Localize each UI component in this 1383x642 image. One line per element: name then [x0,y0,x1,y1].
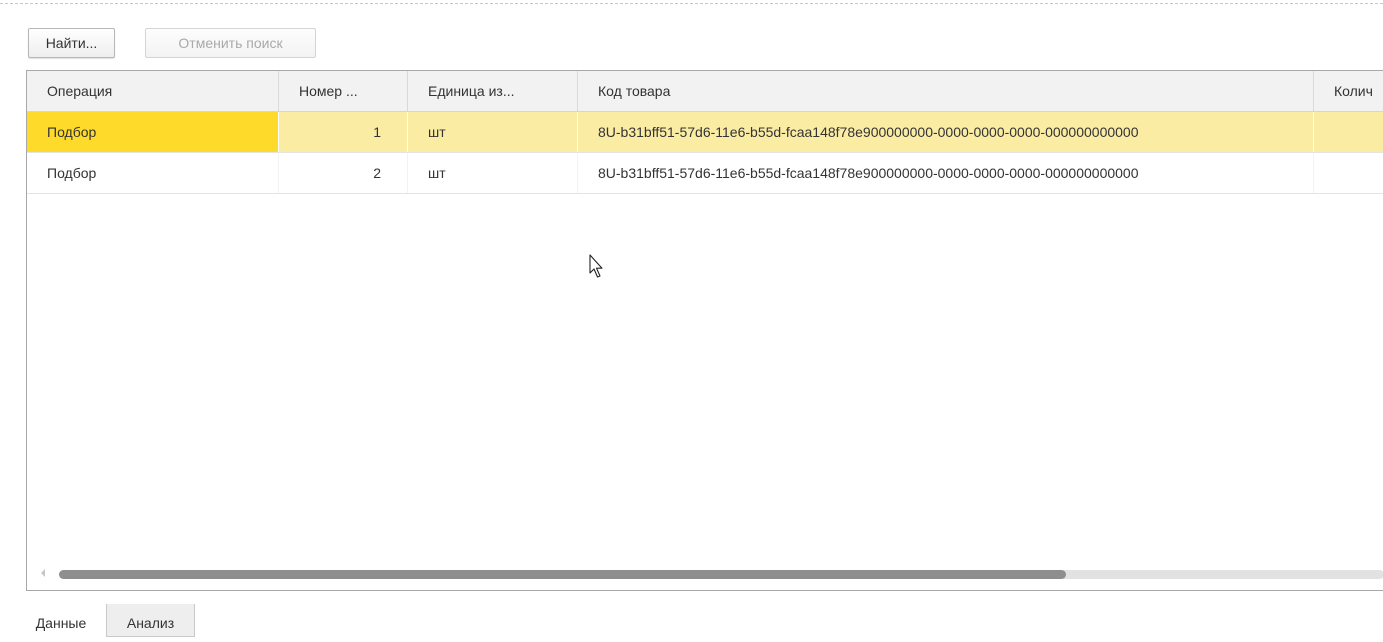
table-cell-product-code[interactable]: 8U-b31bff51-57d6-11e6-b55d-fcaa148f78e90… [578,153,1314,193]
cancel-search-button: Отменить поиск [145,28,316,58]
table-row[interactable]: Подбор 1 шт 8U-b31bff51-57d6-11e6-b55d-f… [27,112,1383,153]
table-cell-operation[interactable]: Подбор [27,112,279,152]
table-cell-number[interactable]: 2 [279,153,408,193]
table-cell-quantity[interactable] [1314,112,1383,152]
horizontal-scrollbar[interactable] [27,567,1383,581]
table-cell-unit[interactable]: шт [408,112,578,152]
column-header-operation[interactable]: Операция [27,71,279,111]
tab-data[interactable]: Данные [16,604,106,637]
find-button[interactable]: Найти... [28,28,115,58]
bottom-tabs: Данные Анализ [0,604,1383,637]
scrollbar-thumb[interactable] [59,570,1066,579]
scroll-left-arrow-icon[interactable] [41,569,45,577]
table-cell-quantity[interactable] [1314,153,1383,193]
data-table[interactable]: Операция Номер ... Единица из... Код тов… [26,70,1383,591]
column-header-number[interactable]: Номер ... [279,71,408,111]
column-header-product-code[interactable]: Код товара [578,71,1314,111]
column-header-unit[interactable]: Единица из... [408,71,578,111]
table-cell-operation[interactable]: Подбор [27,153,279,193]
table-cell-number[interactable]: 1 [279,112,408,152]
tab-analysis[interactable]: Анализ [106,604,195,637]
mouse-pointer-icon [589,254,605,283]
table-header: Операция Номер ... Единица из... Код тов… [27,71,1383,112]
form-top-separator [0,3,1383,4]
table-row[interactable]: Подбор 2 шт 8U-b31bff51-57d6-11e6-b55d-f… [27,153,1383,194]
table-cell-product-code[interactable]: 8U-b31bff51-57d6-11e6-b55d-fcaa148f78e90… [578,112,1314,152]
column-header-quantity[interactable]: Колич [1314,71,1383,111]
table-cell-unit[interactable]: шт [408,153,578,193]
